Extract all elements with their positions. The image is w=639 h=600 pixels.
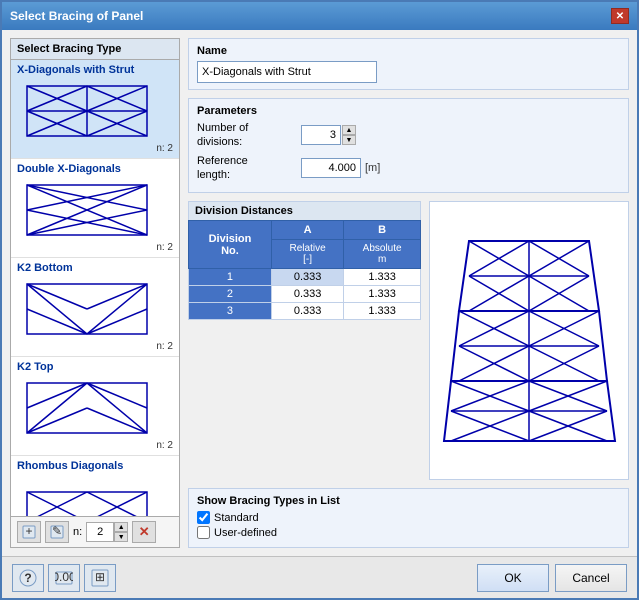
svg-text:?: ? bbox=[24, 571, 31, 585]
show-bracing-section: Show Bracing Types in List Standard User… bbox=[188, 488, 629, 548]
col-a-header: A bbox=[271, 221, 343, 240]
bracing-label: K2 Bottom bbox=[17, 262, 173, 274]
title-bar: Select Bracing of Panel ✕ bbox=[2, 2, 637, 30]
divisions-spin-up[interactable]: ▲ bbox=[342, 125, 356, 135]
bracing-item-xdiag-strut[interactable]: X-Diagonals with Strut bbox=[11, 60, 179, 159]
n-label: n: bbox=[73, 526, 82, 538]
divisions-row: Number ofdivisions: ▲ ▼ bbox=[197, 121, 620, 150]
add-button[interactable]: + bbox=[17, 521, 41, 543]
bracing-label: Double X-Diagonals bbox=[17, 163, 173, 175]
row1-no: 1 bbox=[189, 269, 272, 286]
large-preview bbox=[429, 201, 629, 480]
row2-no: 2 bbox=[189, 286, 272, 303]
bottom-left-buttons: ? 0.00 ⊞ bbox=[12, 564, 116, 592]
show-bracing-label: Show Bracing Types in List bbox=[197, 495, 620, 507]
divisions-input[interactable] bbox=[301, 125, 341, 145]
window-title: Select Bracing of Panel bbox=[10, 9, 143, 23]
n-input[interactable] bbox=[86, 522, 114, 542]
ref-length-input[interactable] bbox=[301, 158, 361, 178]
name-input[interactable] bbox=[197, 61, 377, 83]
standard-label: Standard bbox=[214, 512, 259, 524]
table-row: 1 0.333 1.333 bbox=[189, 269, 421, 286]
edit-button[interactable]: ✎ bbox=[45, 521, 69, 543]
name-label: Name bbox=[197, 45, 620, 57]
ref-length-input-group: [m] bbox=[301, 158, 380, 178]
name-section: Name bbox=[188, 38, 629, 90]
division-table: DivisionNo. A B Relative[-] Absolutem bbox=[188, 220, 421, 320]
row3-no: 3 bbox=[189, 303, 272, 320]
table-row: 3 0.333 1.333 bbox=[189, 303, 421, 320]
ok-button[interactable]: OK bbox=[477, 564, 549, 592]
col-relative-header: Relative[-] bbox=[271, 240, 343, 269]
row3-relative[interactable]: 0.333 bbox=[271, 303, 343, 320]
middle-area: Division Distances DivisionNo. A B Relat… bbox=[188, 201, 629, 480]
close-button[interactable]: ✕ bbox=[611, 8, 629, 24]
delete-button[interactable]: ✕ bbox=[132, 521, 156, 543]
values-button[interactable]: 0.00 bbox=[48, 564, 80, 592]
svg-text:✎: ✎ bbox=[52, 525, 62, 538]
n-spin-up[interactable]: ▲ bbox=[114, 522, 128, 532]
main-content: Select Bracing Type X-Diagonals with Str… bbox=[2, 30, 637, 556]
svg-text:⊞: ⊞ bbox=[95, 570, 105, 584]
row3-absolute[interactable]: 1.333 bbox=[344, 303, 421, 320]
help-button[interactable]: ? bbox=[12, 564, 44, 592]
division-section: Division Distances DivisionNo. A B Relat… bbox=[188, 201, 421, 480]
col-div-no: DivisionNo. bbox=[189, 221, 272, 269]
divisions-spin: ▲ ▼ bbox=[342, 125, 356, 145]
bracing-label: Rhombus Diagonals bbox=[17, 460, 173, 472]
col-b-header: B bbox=[344, 221, 421, 240]
n-spinner: ▲ ▼ bbox=[86, 522, 128, 542]
bracing-item-k2-bottom[interactable]: K2 Bottom n: 2 bbox=[11, 258, 179, 357]
main-window: Select Bracing of Panel ✕ Select Bracing… bbox=[0, 0, 639, 600]
bracing-count: n: 2 bbox=[17, 341, 173, 352]
bracing-item-rhombus[interactable]: Rhombus Diagonals bbox=[11, 456, 179, 516]
col-absolute-header: Absolutem bbox=[344, 240, 421, 269]
svg-text:+: + bbox=[25, 525, 32, 538]
user-defined-checkbox-row: User-defined bbox=[197, 526, 620, 539]
n-spin-buttons: ▲ ▼ bbox=[114, 522, 128, 542]
params-section: Parameters Number ofdivisions: ▲ ▼ Refer… bbox=[188, 98, 629, 193]
left-panel-header: Select Bracing Type bbox=[11, 39, 179, 60]
divisions-input-group: ▲ ▼ bbox=[301, 125, 356, 145]
bracing-preview bbox=[17, 177, 157, 242]
user-defined-label: User-defined bbox=[214, 527, 277, 539]
bracing-count: n: 2 bbox=[17, 242, 173, 253]
standard-checkbox-row: Standard bbox=[197, 511, 620, 524]
bracing-preview bbox=[17, 276, 157, 341]
bottom-bar: ? 0.00 ⊞ OK Cancel bbox=[2, 556, 637, 598]
bracing-item-double-xdiag[interactable]: Double X-Diagonals n: 2 bbox=[11, 159, 179, 258]
bracing-list: X-Diagonals with Strut bbox=[11, 60, 179, 516]
bracing-preview bbox=[17, 78, 157, 143]
row2-relative[interactable]: 0.333 bbox=[271, 286, 343, 303]
divisions-label: Number ofdivisions: bbox=[197, 121, 297, 150]
ref-length-row: Referencelength: [m] bbox=[197, 154, 620, 183]
params-label: Parameters bbox=[197, 105, 620, 117]
svg-text:0.00: 0.00 bbox=[55, 570, 73, 584]
divisions-spin-down[interactable]: ▼ bbox=[342, 135, 356, 145]
ref-length-label: Referencelength: bbox=[197, 154, 297, 183]
left-panel: Select Bracing Type X-Diagonals with Str… bbox=[10, 38, 180, 548]
right-area: Name Parameters Number ofdivisions: ▲ ▼ bbox=[188, 38, 629, 548]
bracing-item-k2-top[interactable]: K2 Top n: 2 bbox=[11, 357, 179, 456]
bracing-count: n: 2 bbox=[17, 143, 173, 154]
calc-button[interactable]: ⊞ bbox=[84, 564, 116, 592]
ref-length-unit: [m] bbox=[365, 162, 380, 174]
row1-relative[interactable]: 0.333 bbox=[271, 269, 343, 286]
left-panel-toolbar: + ✎ n: ▲ ▼ ✕ bbox=[11, 516, 179, 547]
row1-absolute[interactable]: 1.333 bbox=[344, 269, 421, 286]
bracing-label: X-Diagonals with Strut bbox=[17, 64, 173, 76]
standard-checkbox[interactable] bbox=[197, 511, 210, 524]
n-spin-down[interactable]: ▼ bbox=[114, 532, 128, 542]
bracing-preview bbox=[17, 375, 157, 440]
row2-absolute[interactable]: 1.333 bbox=[344, 286, 421, 303]
table-row: 2 0.333 1.333 bbox=[189, 286, 421, 303]
bracing-preview bbox=[17, 474, 157, 516]
user-defined-checkbox[interactable] bbox=[197, 526, 210, 539]
bracing-label: K2 Top bbox=[17, 361, 173, 373]
bottom-right-buttons: OK Cancel bbox=[477, 564, 627, 592]
division-label: Division Distances bbox=[188, 201, 421, 220]
bracing-count: n: 2 bbox=[17, 440, 173, 451]
cancel-button[interactable]: Cancel bbox=[555, 564, 627, 592]
